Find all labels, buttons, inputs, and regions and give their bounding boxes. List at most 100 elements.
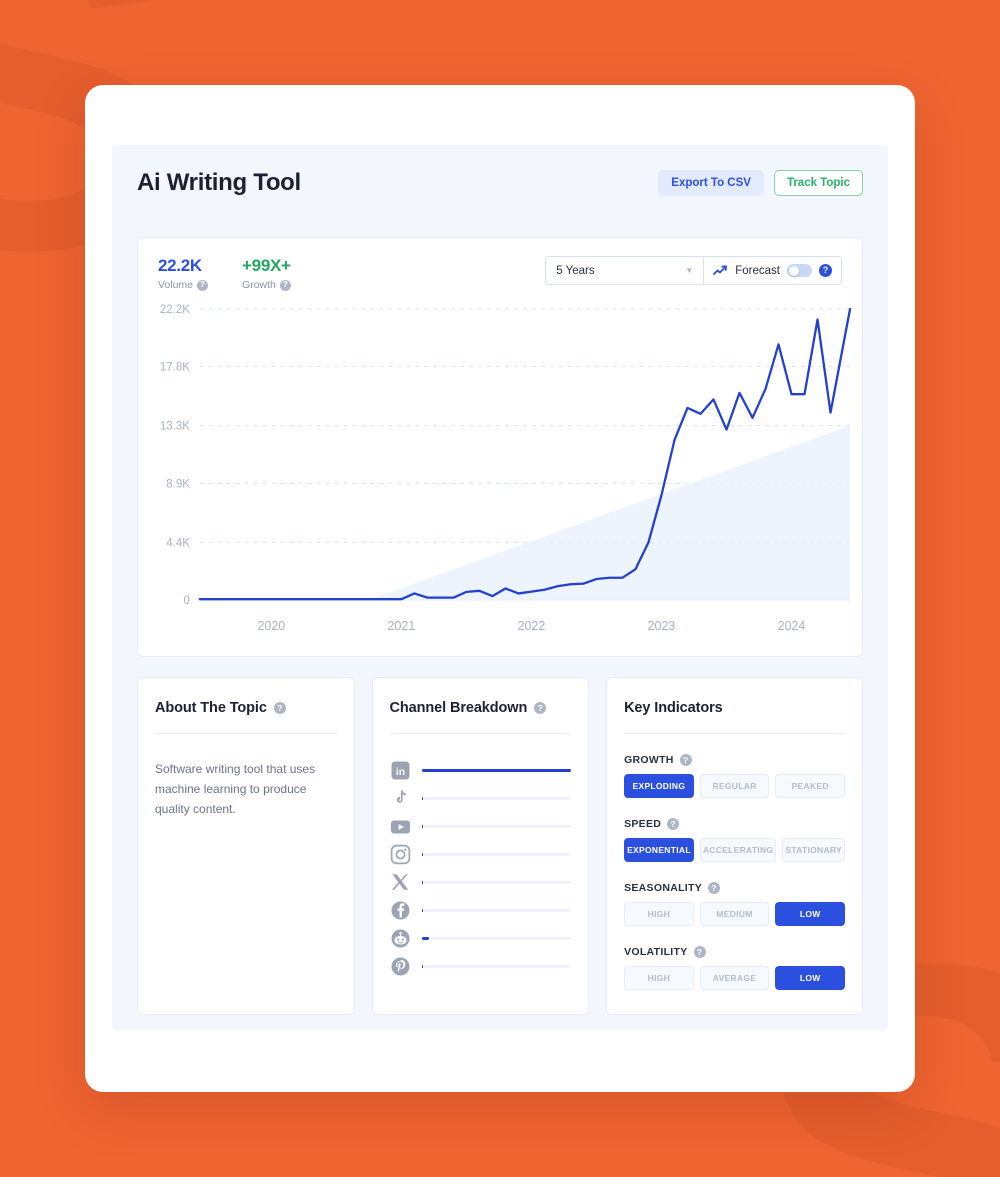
key-indicators-card: Key Indicators GROWTH? EXPLODING REGULAR PE… xyxy=(606,677,864,1015)
indicator-help-icon[interactable]: ? xyxy=(693,946,706,958)
reddit-icon xyxy=(390,928,411,949)
indicator-pill-group: HIGH MEDIUM LOW xyxy=(624,902,846,926)
svg-text:13.3K: 13.3K xyxy=(160,421,190,433)
header-actions: Export To CSV Track Topic xyxy=(658,169,863,196)
time-range-select[interactable]: 5 Years ▼ xyxy=(545,256,704,285)
indicator-pill-group: EXPONENTIAL ACCELERATING STATIONARY xyxy=(624,838,846,862)
indicator-group-label: GROWTH xyxy=(624,754,674,766)
channel-bar-fill xyxy=(421,936,429,940)
svg-text:17.8K: 17.8K xyxy=(160,362,190,374)
channel-bar-track xyxy=(421,936,572,940)
chart-plot-area[interactable]: 0 4.4K 8.9K 13.3K 17.8K 22.2K 2020 2021 2022 2023… xyxy=(138,297,862,652)
stat-volume: 22.2K Volume ? xyxy=(158,256,209,291)
about-the-topic-card: About The Topic ? Software writing tool … xyxy=(137,677,355,1015)
about-card-title: About The Topic xyxy=(155,700,267,716)
x-twitter-icon xyxy=(390,872,411,893)
indicator-pill-group: EXPLODING REGULAR PEAKED xyxy=(624,774,846,798)
export-to-csv-button[interactable]: Export To CSV xyxy=(658,169,764,196)
volume-help-icon[interactable]: ? xyxy=(197,279,209,291)
channel-row[interactable] xyxy=(390,840,572,868)
indicator-group-label-row: GROWTH? xyxy=(624,754,845,766)
growth-label: Growth xyxy=(242,279,276,291)
indicator-pill-group: HIGH AVERAGE LOW xyxy=(624,966,846,990)
indicator-group: SPEED? EXPONENTIAL ACCELERATING STATIONARY xyxy=(624,818,846,862)
indicator-pill[interactable]: REGULAR xyxy=(699,774,770,798)
indicator-pill[interactable]: HIGH xyxy=(624,902,694,926)
indicator-groups: GROWTH? EXPLODING REGULAR PEAKED SPEED? EXPON… xyxy=(624,754,846,990)
indicator-pill[interactable]: EXPLODING xyxy=(624,774,694,798)
indicator-pill[interactable]: HIGH xyxy=(624,966,694,990)
channel-bar-fill xyxy=(421,852,424,856)
forecast-control: Forecast ? xyxy=(703,256,842,285)
indicator-pill[interactable]: ACCELERATING xyxy=(699,838,777,862)
forecast-toggle[interactable] xyxy=(787,264,812,277)
page-header: Ai Writing Tool Export To CSV Track Topi… xyxy=(112,145,888,220)
channel-row[interactable] xyxy=(390,924,572,952)
volume-label: Volume xyxy=(158,279,194,291)
linkedin-icon: in xyxy=(390,760,411,781)
svg-text:0: 0 xyxy=(183,595,189,607)
svg-text:in: in xyxy=(395,766,404,778)
indicator-group-label: VOLATILITY xyxy=(624,946,688,958)
channel-bar-track xyxy=(421,852,572,856)
growth-value: +99X+ xyxy=(242,256,291,275)
indicators-card-divider xyxy=(624,733,846,734)
page-title: Ai Writing Tool xyxy=(137,168,301,196)
channel-row[interactable] xyxy=(390,896,572,924)
about-card-divider xyxy=(155,733,337,734)
svg-text:4.4K: 4.4K xyxy=(166,537,190,549)
channel-row[interactable] xyxy=(390,952,572,980)
forecast-help-icon[interactable]: ? xyxy=(819,264,832,277)
channel-card-title-row: Channel Breakdown ? xyxy=(390,700,572,716)
indicator-group-label-row: SEASONALITY? xyxy=(624,882,845,894)
indicator-pill[interactable]: EXPONENTIAL xyxy=(624,838,694,862)
about-card-title-row: About The Topic ? xyxy=(155,700,337,716)
svg-text:2020: 2020 xyxy=(257,619,285,633)
instagram-icon xyxy=(390,844,411,865)
channel-list: in xyxy=(390,756,572,980)
channel-bar-fill xyxy=(421,796,424,800)
indicator-pill[interactable]: LOW xyxy=(775,902,846,926)
svg-text:2023: 2023 xyxy=(648,619,676,633)
indicator-help-icon[interactable]: ? xyxy=(679,754,692,766)
channel-row[interactable] xyxy=(390,868,572,896)
channel-row[interactable] xyxy=(390,812,572,840)
about-help-icon[interactable]: ? xyxy=(273,702,286,714)
indicator-group-label-row: VOLATILITY? xyxy=(624,946,845,958)
search-volume-line-chart: 0 4.4K 8.9K 13.3K 17.8K 22.2K 2020 2021 2022 2023… xyxy=(160,304,852,633)
trending-up-icon xyxy=(713,265,728,276)
indicator-pill[interactable]: AVERAGE xyxy=(699,966,770,990)
growth-label-row: Growth ? xyxy=(242,279,291,291)
indicator-group: GROWTH? EXPLODING REGULAR PEAKED xyxy=(624,754,846,798)
growth-help-icon[interactable]: ? xyxy=(279,279,291,291)
indicator-pill[interactable]: MEDIUM xyxy=(699,902,770,926)
facebook-icon xyxy=(390,900,411,921)
channel-bar-track xyxy=(421,768,572,772)
volume-value: 22.2K xyxy=(158,256,202,275)
svg-text:2022: 2022 xyxy=(518,619,546,633)
svg-text:2021: 2021 xyxy=(388,619,416,633)
channel-row[interactable] xyxy=(390,784,572,812)
indicator-pill[interactable]: PEAKED xyxy=(775,774,846,798)
indicator-help-icon[interactable]: ? xyxy=(708,882,721,894)
about-card-body: Software writing tool that uses machine … xyxy=(155,762,316,816)
channel-help-icon[interactable]: ? xyxy=(534,702,547,714)
indicator-help-icon[interactable]: ? xyxy=(667,818,680,830)
track-topic-button[interactable]: Track Topic xyxy=(773,169,863,196)
channel-row[interactable]: in xyxy=(390,756,572,784)
channel-card-title: Channel Breakdown xyxy=(389,700,528,716)
indicator-pill[interactable]: STATIONARY xyxy=(782,838,846,862)
channel-bar-track xyxy=(421,796,572,800)
channel-breakdown-card: Channel Breakdown ? in xyxy=(371,677,590,1015)
channel-card-divider xyxy=(389,733,572,734)
channel-bar-fill xyxy=(421,908,424,912)
indicator-group-label: SEASONALITY xyxy=(624,882,703,894)
pinterest-icon xyxy=(390,956,411,977)
channel-bar-fill xyxy=(421,824,424,828)
bottom-cards: About The Topic ? Software writing tool … xyxy=(137,677,864,1015)
indicator-group: VOLATILITY? HIGH AVERAGE LOW xyxy=(624,946,846,990)
chevron-down-icon: ▼ xyxy=(685,266,694,275)
channel-bar-track xyxy=(421,880,572,884)
indicator-group-label-row: SPEED? xyxy=(624,818,845,830)
indicator-pill[interactable]: LOW xyxy=(775,966,846,990)
